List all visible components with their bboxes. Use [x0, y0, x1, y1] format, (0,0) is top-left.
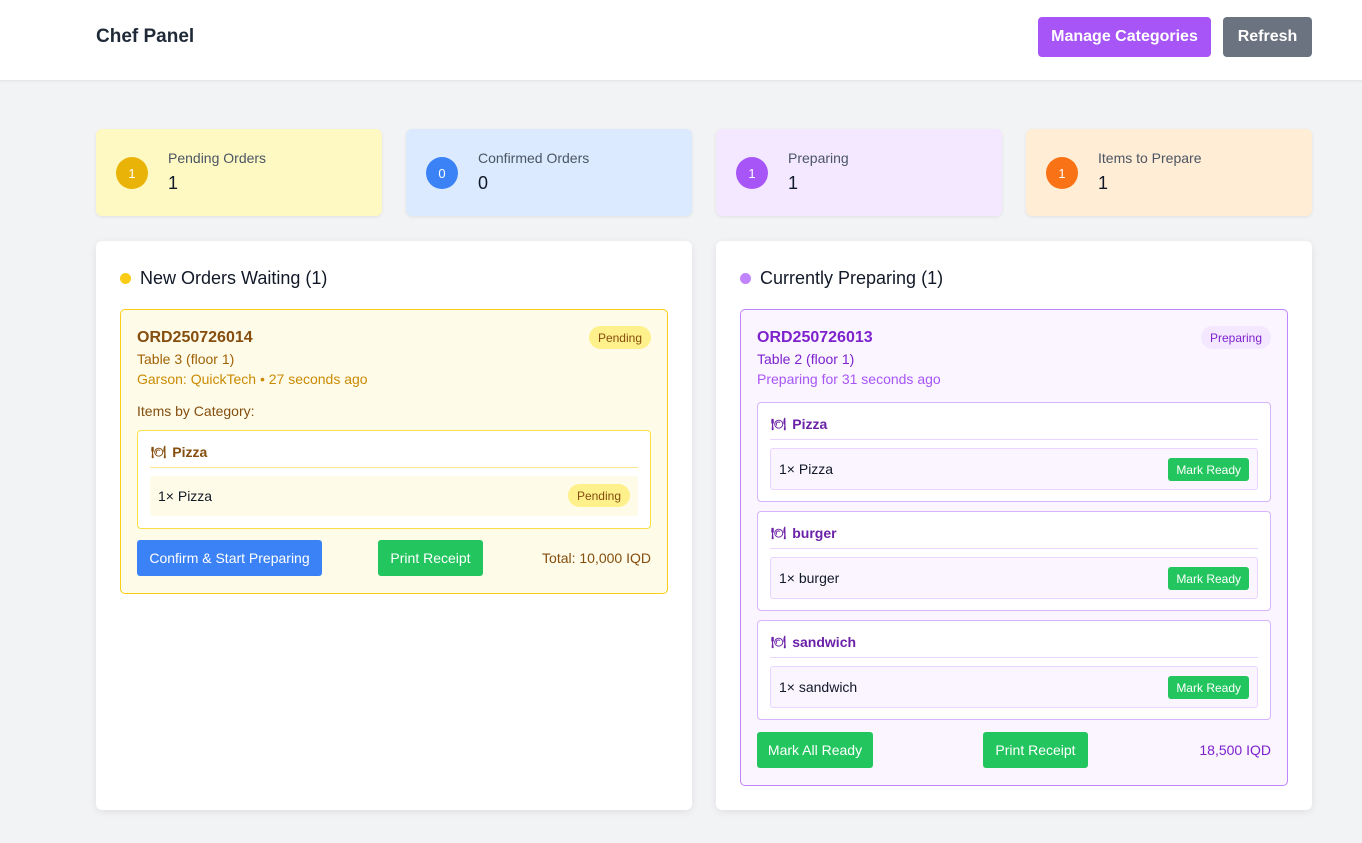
page-title: Chef Panel	[96, 26, 195, 47]
mark-ready-button[interactable]: Mark Ready	[1168, 567, 1249, 590]
print-receipt-button[interactable]: Print Receipt	[378, 540, 483, 576]
stat-card-confirmed: 0 Confirmed Orders 0	[406, 129, 692, 216]
new-orders-panel: New Orders Waiting (1) ORD250726014 Pend…	[96, 241, 692, 810]
item-name: 1× burger	[779, 570, 840, 586]
top-bar: Chef Panel Manage Categories Refresh	[0, 0, 1362, 81]
plate-icon: 🍽	[151, 445, 167, 459]
stat-label: Preparing	[788, 150, 849, 166]
order-meta: Preparing for 31 seconds ago	[757, 371, 941, 387]
category-name: Pizza	[792, 416, 828, 432]
stat-value: 1	[1098, 173, 1109, 193]
plate-icon: 🍽	[771, 526, 787, 540]
divider	[770, 439, 1258, 440]
stat-card-pending: 1 Pending Orders 1	[96, 129, 382, 216]
stat-label: Pending Orders	[168, 150, 267, 166]
category-header: 🍽 Pizza	[771, 416, 827, 432]
mark-ready-button[interactable]: Mark Ready	[1168, 676, 1249, 699]
category-box: 🍽 burger 1× burger Mark Ready	[757, 511, 1271, 611]
order-table: Table 2 (floor 1)	[757, 351, 855, 367]
manage-categories-button[interactable]: Manage Categories	[1038, 17, 1211, 57]
refresh-button[interactable]: Refresh	[1223, 17, 1312, 57]
stat-badge: 1	[116, 157, 148, 189]
stat-badge: 1	[1046, 157, 1078, 189]
mark-all-ready-button[interactable]: Mark All Ready	[757, 732, 873, 768]
list-item: 1× sandwich Mark Ready	[770, 666, 1258, 708]
stat-badge: 1	[736, 157, 768, 189]
stat-value: 1	[788, 173, 799, 193]
divider	[770, 548, 1258, 549]
stat-card-items: 1 Items to Prepare 1	[1026, 129, 1312, 216]
mark-ready-button[interactable]: Mark Ready	[1168, 458, 1249, 481]
category-box: 🍽 sandwich 1× sandwich Mark Ready	[757, 620, 1271, 720]
stat-card-preparing: 1 Preparing 1	[716, 129, 1002, 216]
item-status-badge: Pending	[567, 484, 630, 507]
status-dot-icon	[740, 273, 751, 284]
item-name: 1× Pizza	[779, 461, 834, 477]
order-card: ORD250726013 Preparing Table 2 (floor 1)…	[740, 309, 1288, 786]
status-badge: Pending	[588, 326, 651, 349]
item-name: 1× Pizza	[158, 488, 213, 504]
confirm-start-button[interactable]: Confirm & Start Preparing	[137, 540, 322, 576]
panel-title-text: Currently Preparing (1)	[760, 268, 944, 288]
plate-icon: 🍽	[771, 417, 787, 431]
category-name: Pizza	[172, 444, 208, 460]
item-name: 1× sandwich	[779, 679, 858, 695]
category-name: burger	[792, 525, 837, 541]
stat-label: Confirmed Orders	[478, 150, 590, 166]
order-total: 18,500 IQD	[1199, 742, 1271, 758]
category-box: 🍽 Pizza 1× Pizza Pending	[137, 430, 651, 529]
order-meta: Garson: QuickTech • 27 seconds ago	[137, 371, 368, 387]
order-table: Table 3 (floor 1)	[137, 351, 235, 367]
category-name: sandwich	[792, 634, 857, 650]
panel-title: Currently Preparing (1)	[740, 268, 943, 289]
list-item: 1× burger Mark Ready	[770, 557, 1258, 599]
category-header: 🍽 sandwich	[771, 634, 856, 650]
status-dot-icon	[120, 273, 131, 284]
items-heading: Items by Category:	[137, 403, 255, 419]
stat-value: 0	[478, 173, 489, 193]
print-receipt-button[interactable]: Print Receipt	[983, 732, 1088, 768]
panel-title: New Orders Waiting (1)	[120, 268, 327, 289]
stat-value: 1	[168, 173, 179, 193]
stat-label: Items to Prepare	[1098, 150, 1202, 166]
category-header: 🍽 Pizza	[151, 444, 207, 460]
plate-icon: 🍽	[771, 635, 787, 649]
stat-badge: 0	[426, 157, 458, 189]
order-id: ORD250726013	[757, 329, 873, 346]
list-item: 1× Pizza Pending	[150, 476, 638, 516]
category-header: 🍽 burger	[771, 525, 837, 541]
panel-title-text: New Orders Waiting (1)	[140, 268, 328, 288]
category-box: 🍽 Pizza 1× Pizza Mark Ready	[757, 402, 1271, 502]
order-total: Total: 10,000 IQD	[542, 550, 651, 566]
order-id: ORD250726014	[137, 329, 253, 346]
preparing-panel: Currently Preparing (1) ORD250726013 Pre…	[716, 241, 1312, 810]
divider	[770, 657, 1258, 658]
list-item: 1× Pizza Mark Ready	[770, 448, 1258, 490]
order-card: ORD250726014 Pending Table 3 (floor 1) G…	[120, 309, 668, 594]
divider	[150, 467, 638, 468]
status-badge: Preparing	[1200, 326, 1271, 349]
